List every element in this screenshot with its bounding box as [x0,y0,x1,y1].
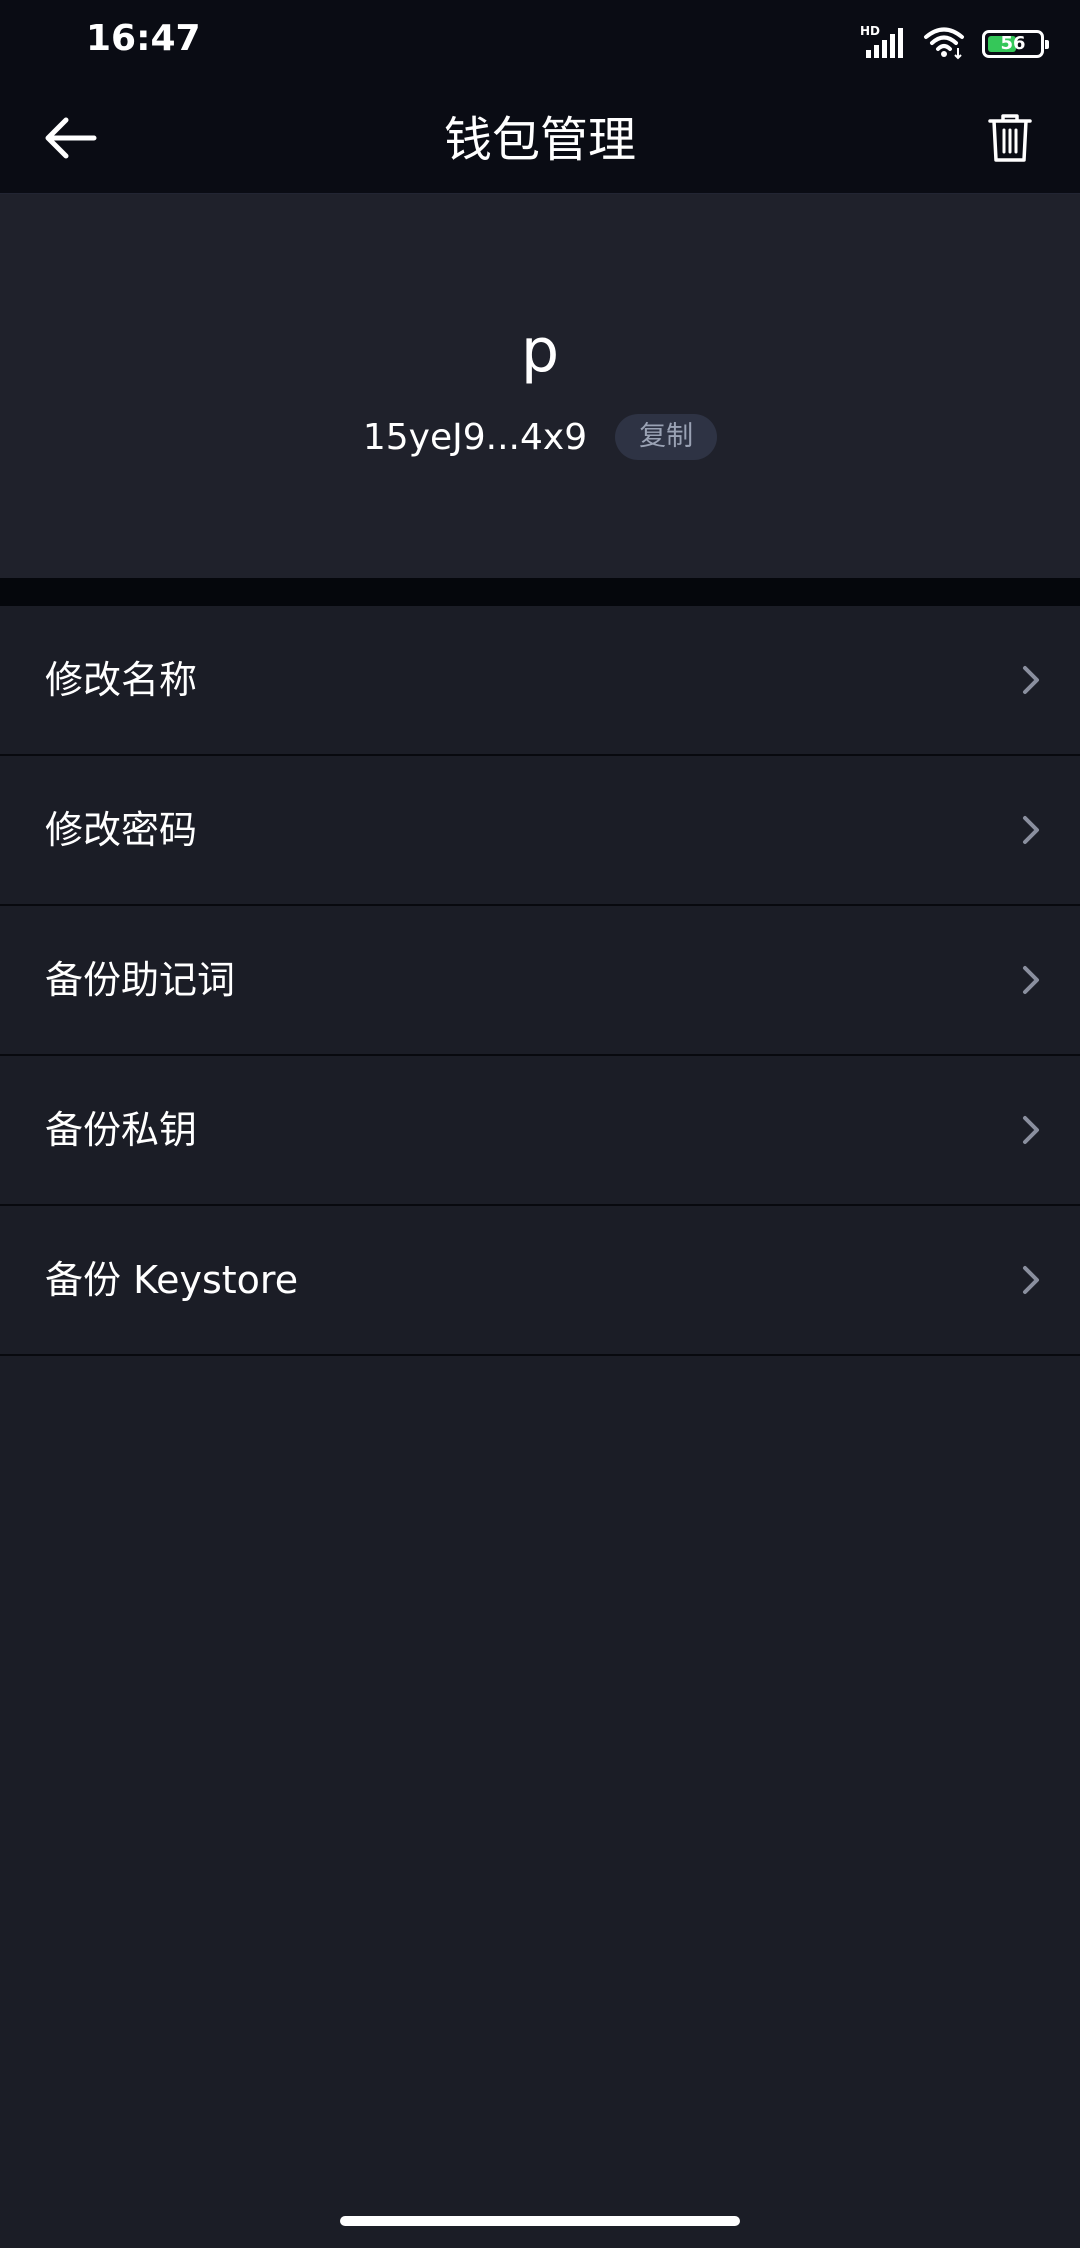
status-time: 16:47 [86,18,201,59]
section-divider [0,578,1080,606]
chevron-right-icon [1010,1260,1050,1300]
menu-item-label: 备份 Keystore [45,1258,299,1302]
menu-item-label: 修改名称 [45,658,198,702]
menu-item-rename[interactable]: 修改名称 [0,606,1080,756]
home-indicator[interactable] [340,2216,740,2226]
wallet-address: 15yeJ9...4x9 [362,416,588,458]
menu-item-label: 修改密码 [45,808,198,852]
menu-item-backup-private-key[interactable]: 备份私钥 [0,1056,1080,1206]
menu-item-label: 备份助记词 [45,958,236,1002]
nav-bar: 钱包管理 [0,88,1080,194]
wifi-icon [922,24,966,64]
chevron-right-icon [1010,660,1050,700]
signal-icon: HD [860,24,906,64]
trash-icon [988,113,1032,167]
battery-level: 56 [1000,33,1026,54]
status-icons: HD 56 [860,20,1049,68]
battery-tip [1045,40,1049,49]
menu-item-backup-mnemonic[interactable]: 备份助记词 [0,906,1080,1056]
chevron-right-icon [1010,810,1050,850]
chevron-right-icon [1010,960,1050,1000]
battery-icon: 56 [982,30,1049,58]
page-title: 钱包管理 [443,112,636,168]
menu-item-label: 备份私钥 [45,1108,198,1152]
network-type-label: HD [860,24,880,38]
copy-address-button[interactable]: 复制 [615,414,718,460]
wallet-header: p 15yeJ9...4x9 复制 [0,194,1080,578]
menu-list: 修改名称 修改密码 备份助记词 备份私钥 备份 Keystore [0,606,1080,1356]
address-row: 15yeJ9...4x9 复制 [0,414,1080,460]
status-bar: 16:47 HD 56 [0,0,1080,88]
menu-item-backup-keystore[interactable]: 备份 Keystore [0,1206,1080,1356]
wallet-name: p [520,316,560,386]
menu-item-change-password[interactable]: 修改密码 [0,756,1080,906]
chevron-right-icon [1010,1110,1050,1150]
delete-button[interactable] [970,100,1050,180]
